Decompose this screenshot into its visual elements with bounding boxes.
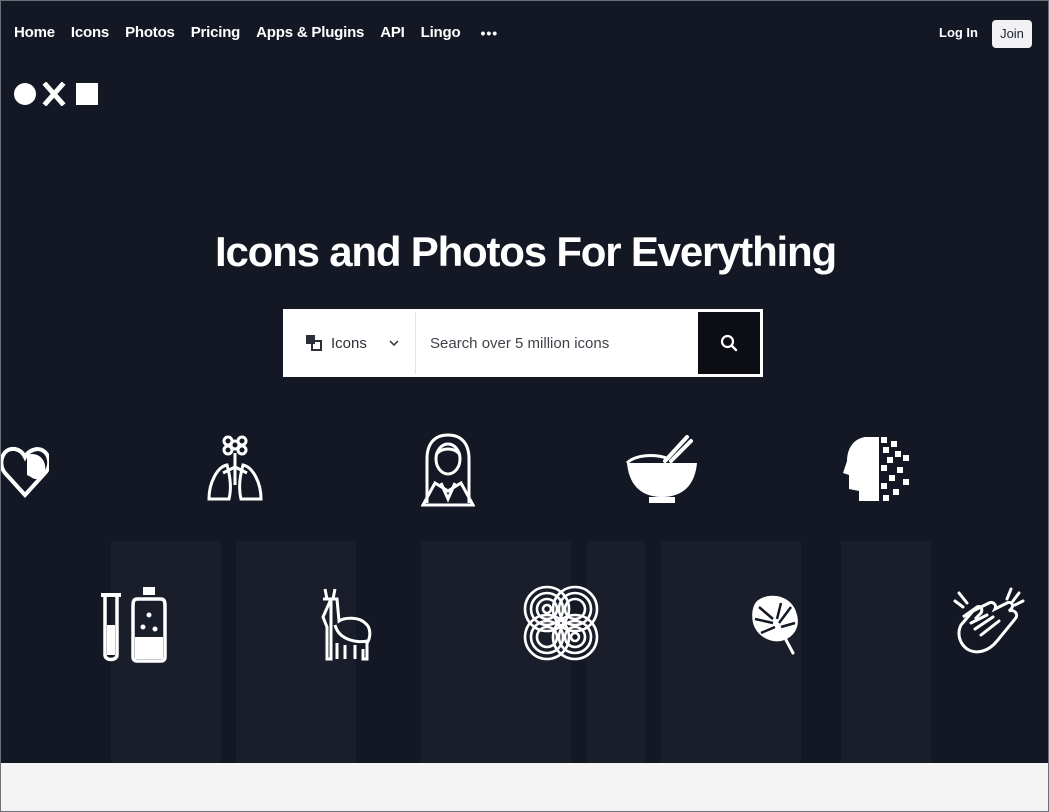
heart-face-icon[interactable] (1, 441, 49, 499)
hero-section: Home Icons Photos Pricing Apps & Plugins… (1, 1, 1048, 763)
search-icon (720, 334, 738, 352)
page-frame: Home Icons Photos Pricing Apps & Plugins… (0, 0, 1049, 812)
join-button[interactable]: Join (992, 20, 1032, 48)
login-link[interactable]: Log In (939, 25, 978, 40)
search-type-label: Icons (331, 334, 367, 352)
llama-icon[interactable] (319, 587, 373, 661)
flower-lungs-icon[interactable] (207, 435, 263, 503)
chevron-down-icon (389, 340, 399, 347)
more-menu-icon[interactable]: ••• (480, 23, 498, 43)
noun-project-icon (306, 335, 322, 351)
nav-icons[interactable]: Icons (71, 23, 109, 43)
monstera-leaf-icon[interactable] (751, 593, 801, 655)
knot-pattern-icon[interactable] (521, 583, 601, 663)
nav-api[interactable]: API (380, 23, 405, 43)
nav-pricing[interactable]: Pricing (191, 23, 241, 43)
bowl-chopsticks-icon[interactable] (625, 435, 699, 505)
search-button[interactable] (698, 312, 760, 374)
nav-home[interactable]: Home (14, 23, 55, 43)
nav-photos[interactable]: Photos (125, 23, 175, 43)
clapping-hands-icon[interactable] (953, 587, 1025, 659)
main-nav: Home Icons Photos Pricing Apps & Plugins… (14, 23, 498, 43)
hero-headline: Icons and Photos For Everything (215, 228, 837, 275)
test-tube-bottle-icon[interactable] (99, 585, 169, 663)
circle-x-square-logo[interactable] (14, 82, 100, 106)
pixel-head-icon[interactable] (843, 433, 911, 503)
search-input[interactable] (416, 312, 698, 374)
woman-portrait-icon[interactable] (421, 433, 475, 507)
nav-apps-plugins[interactable]: Apps & Plugins (256, 23, 364, 43)
search-bar: Icons (283, 309, 763, 377)
search-type-dropdown[interactable]: Icons (286, 312, 416, 374)
nav-lingo[interactable]: Lingo (421, 23, 461, 43)
